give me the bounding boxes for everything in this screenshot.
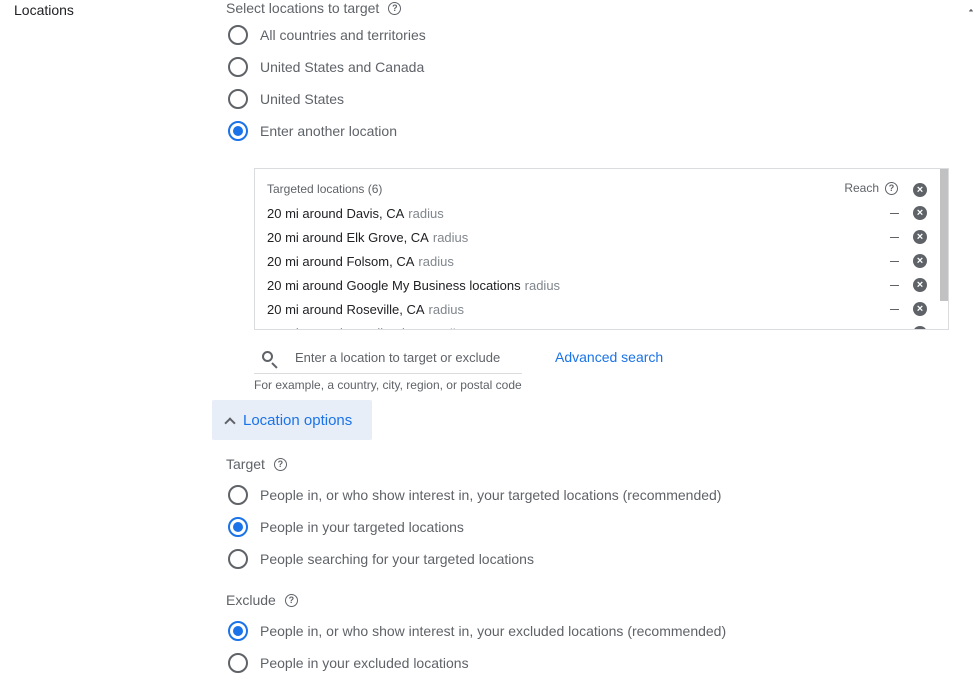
reach-value-empty: [890, 284, 899, 286]
reach-value-empty: [890, 308, 899, 310]
radio-label: People in, or who show interest in, your…: [260, 623, 727, 639]
section-title: Locations: [14, 2, 74, 18]
location-name: 20 mi around Google My Business location…: [267, 277, 521, 293]
radio-label: People in, or who show interest in, your…: [260, 487, 722, 503]
location-type: radius: [432, 229, 469, 245]
location-options-toggle[interactable]: Location options: [212, 400, 372, 440]
radio-unchecked-icon[interactable]: [228, 485, 248, 505]
location-search-input[interactable]: [293, 349, 513, 366]
location-name: 20 mi around Folsom, CA: [267, 253, 415, 269]
radio-unchecked-icon[interactable]: [228, 57, 248, 77]
radio-enter-another-location[interactable]: Enter another location: [228, 119, 397, 143]
radio-label: People searching for your targeted locat…: [260, 551, 534, 567]
reach-value-empty: [890, 260, 899, 262]
radio-all-countries[interactable]: All countries and territories: [228, 23, 426, 47]
radio-checked-icon[interactable]: [228, 517, 248, 537]
search-hint: For example, a country, city, region, or…: [254, 378, 522, 392]
help-icon[interactable]: ?: [273, 457, 287, 471]
reach-value-empty: [890, 212, 899, 214]
location-row: 20 mi around Google My Business location…: [267, 273, 948, 297]
remove-location-icon[interactable]: ×: [913, 254, 927, 268]
reach-header: Reach ?: [844, 181, 898, 195]
location-name: 20 mi around Woodland, CA: [267, 326, 430, 330]
location-search: [254, 342, 522, 374]
collapse-icon[interactable]: [969, 9, 973, 13]
scrollbar[interactable]: [940, 169, 948, 301]
location-type: radius: [434, 326, 469, 330]
radio-checked-icon[interactable]: [228, 621, 248, 641]
targeted-locations-list: Targeted locations (6) Reach ? × 20 mi a…: [254, 168, 949, 330]
reach-label: Reach: [844, 181, 879, 195]
location-name: 20 mi around Elk Grove, CA: [267, 229, 429, 245]
radio-label: All countries and territories: [260, 27, 426, 43]
help-icon[interactable]: ?: [885, 181, 898, 195]
remove-all-icon[interactable]: ×: [913, 183, 927, 197]
location-type: radius: [524, 277, 561, 293]
location-options-label: Location options: [243, 411, 353, 429]
target-label-text: Target: [226, 456, 265, 472]
radio-target-presence-or-interest[interactable]: People in, or who show interest in, your…: [228, 483, 721, 507]
remove-location-icon[interactable]: ×: [913, 230, 927, 244]
location-row: 20 mi around Elk Grove, CA radius ×: [267, 225, 948, 249]
radio-label: People in your targeted locations: [260, 519, 464, 535]
exclude-label: Exclude ?: [226, 592, 298, 608]
location-name: 20 mi around Roseville, CA: [267, 301, 425, 317]
location-row: 20 mi around Roseville, CA radius ×: [267, 297, 948, 321]
location-row: 20 mi around Davis, CA radius ×: [267, 201, 948, 225]
select-locations-label: Select locations to target ?: [226, 0, 402, 16]
chevron-up-icon: [224, 416, 236, 429]
select-locations-text: Select locations to target: [226, 0, 380, 16]
reach-value-empty: [890, 236, 899, 238]
radio-unchecked-icon[interactable]: [228, 25, 248, 45]
radio-exclude-presence[interactable]: People in your excluded locations: [228, 651, 469, 675]
remove-location-icon[interactable]: ×: [913, 278, 927, 292]
radio-label: United States and Canada: [260, 59, 425, 75]
location-type: radius: [418, 253, 454, 269]
radio-exclude-presence-or-interest[interactable]: People in, or who show interest in, your…: [228, 619, 726, 643]
radio-target-search-interest[interactable]: People searching for your targeted locat…: [228, 547, 534, 571]
help-icon[interactable]: ?: [284, 593, 298, 607]
location-type: radius: [428, 301, 464, 317]
radio-label: People in your excluded locations: [260, 655, 469, 671]
location-row: 20 mi around Woodland, CA radius ×: [267, 321, 948, 330]
location-type: radius: [408, 205, 444, 221]
radio-label: United States: [260, 91, 345, 107]
targeted-locations-header: Targeted locations (6): [267, 182, 383, 196]
advanced-search-link[interactable]: Advanced search: [555, 349, 663, 365]
remove-location-icon[interactable]: ×: [913, 326, 927, 329]
radio-checked-icon[interactable]: [228, 121, 248, 141]
help-icon[interactable]: ?: [388, 1, 402, 15]
radio-target-presence[interactable]: People in your targeted locations: [228, 515, 464, 539]
radio-unchecked-icon[interactable]: [228, 653, 248, 673]
radio-unchecked-icon[interactable]: [228, 549, 248, 569]
remove-location-icon[interactable]: ×: [913, 302, 927, 316]
radio-label: Enter another location: [260, 123, 397, 139]
radio-us-canada[interactable]: United States and Canada: [228, 55, 424, 79]
exclude-label-text: Exclude: [226, 592, 276, 608]
search-icon: [254, 343, 284, 373]
radio-united-states[interactable]: United States: [228, 87, 344, 111]
location-row: 20 mi around Folsom, CA radius ×: [267, 249, 948, 273]
radio-unchecked-icon[interactable]: [228, 89, 248, 109]
location-name: 20 mi around Davis, CA: [267, 205, 405, 221]
remove-location-icon[interactable]: ×: [913, 206, 927, 220]
target-label: Target ?: [226, 456, 287, 472]
